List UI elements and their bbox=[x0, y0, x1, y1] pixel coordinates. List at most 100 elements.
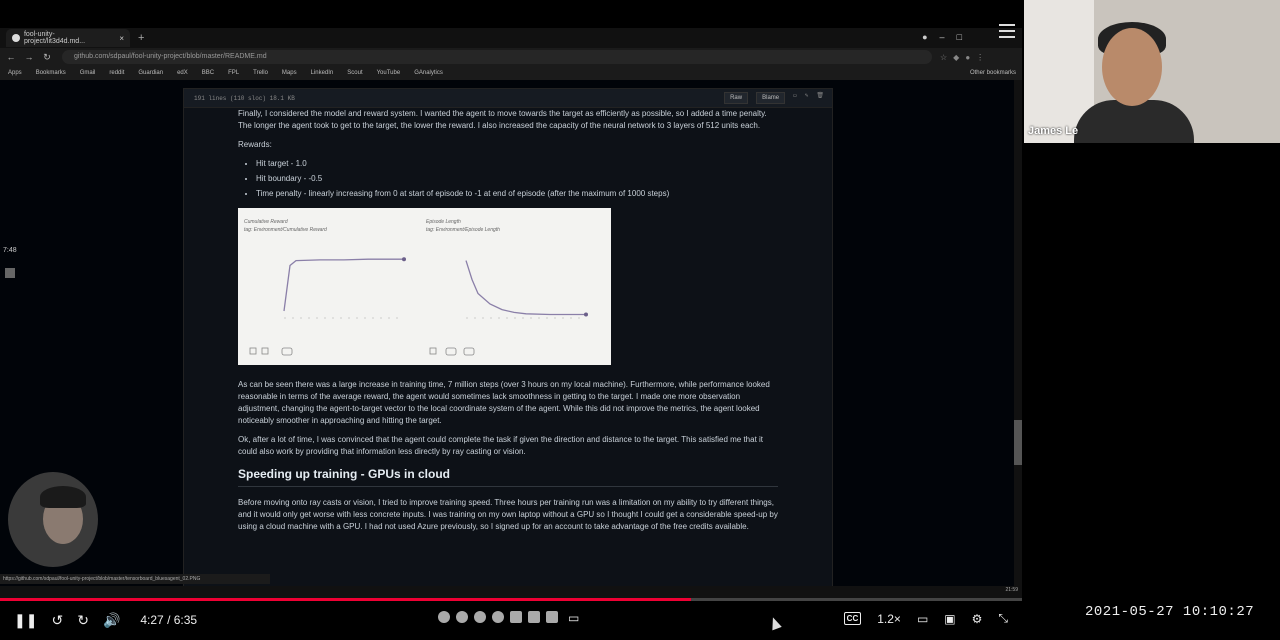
bookmarks-bar: Apps Bookmarks Gmail reddit Guardian edX… bbox=[0, 66, 1022, 80]
address-bar: ← → ↻ github.com/sdpaul/fool-unity-proje… bbox=[0, 48, 1022, 66]
hamburger-menu-icon[interactable] bbox=[996, 20, 1018, 42]
reaction-emoji-icon[interactable] bbox=[474, 611, 486, 623]
video-progress-bar[interactable] bbox=[0, 598, 1022, 601]
settings-icon[interactable]: ⚙ bbox=[972, 612, 983, 626]
player-settings: CC 1.2× ▭ ▣ ⚙ ⤡ bbox=[843, 611, 1008, 626]
speed-button[interactable]: 1.2× bbox=[877, 612, 901, 626]
section-heading: Speeding up training - GPUs in cloud bbox=[238, 468, 778, 487]
bookmark-item[interactable]: YouTube bbox=[377, 70, 401, 76]
file-info: 191 lines (110 sloc) 18.1 KB bbox=[194, 94, 295, 102]
other-bookmarks[interactable]: Other bookmarks bbox=[970, 70, 1016, 76]
reload-icon[interactable]: ↻ bbox=[40, 52, 54, 63]
charts-svg bbox=[249, 257, 588, 356]
list-item: Time penalty - linearly increasing from … bbox=[256, 188, 778, 200]
profile-icon[interactable]: ● bbox=[965, 53, 970, 62]
volume-icon[interactable]: 🔊 bbox=[103, 612, 120, 629]
scrollbar-thumb[interactable] bbox=[1014, 420, 1022, 465]
paragraph: Ok, after a lot of time, I was convinced… bbox=[238, 435, 764, 456]
bookmark-item[interactable]: BBC bbox=[202, 70, 214, 76]
browser-tab-bar: fool-unity-project/lit3d4d.md... × + ● –… bbox=[0, 28, 1022, 48]
forward-icon[interactable]: ↻ bbox=[77, 612, 89, 629]
bookmark-item[interactable]: Apps bbox=[8, 70, 22, 76]
page-scrollbar[interactable] bbox=[1014, 80, 1022, 598]
end-point bbox=[584, 312, 588, 317]
status-url: https://github.com/sdpaul/fool-unity-pro… bbox=[0, 574, 270, 584]
shared-screen: fool-unity-project/lit3d4d.md... × + ● –… bbox=[0, 28, 1022, 598]
maximize-icon[interactable]: □ bbox=[957, 32, 962, 42]
url-field[interactable]: github.com/sdpaul/fool-unity-project/blo… bbox=[62, 50, 932, 64]
bookmark-item[interactable]: GAnalytics bbox=[414, 70, 443, 76]
series-line bbox=[283, 258, 404, 312]
end-point bbox=[402, 257, 406, 262]
forward-icon[interactable]: → bbox=[22, 52, 36, 62]
bookmark-item[interactable]: edX bbox=[177, 70, 188, 76]
bookmark-item[interactable]: Bookmarks bbox=[36, 70, 66, 76]
record-icon[interactable]: ● bbox=[922, 32, 927, 42]
bookmark-item[interactable]: Maps bbox=[282, 70, 297, 76]
browser-tab[interactable]: fool-unity-project/lit3d4d.md... × bbox=[6, 29, 130, 47]
paragraph: Before moving onto ray casts or vision, … bbox=[238, 498, 778, 531]
list-item: Hit target - 1.0 bbox=[256, 158, 778, 170]
tensorboard-image[interactable]: Cumulative Reward tag: Environment/Cumul… bbox=[238, 208, 611, 365]
raw-button[interactable]: Raw bbox=[724, 92, 749, 104]
bookmark-item[interactable]: FPL bbox=[228, 70, 239, 76]
progress-fill bbox=[0, 598, 691, 601]
stop-icon[interactable] bbox=[5, 268, 15, 278]
participant-face bbox=[1102, 28, 1162, 106]
extensions: ☆ ◆ ● ⋮ bbox=[940, 53, 984, 62]
github-icon bbox=[12, 34, 20, 42]
close-tab-icon[interactable]: × bbox=[119, 34, 124, 43]
participant-name: James Le bbox=[1028, 125, 1079, 137]
minimize-icon[interactable]: – bbox=[940, 32, 945, 42]
menu-dots-icon[interactable]: ⋮ bbox=[976, 53, 984, 62]
chart-toolbar-right bbox=[429, 347, 475, 356]
reaction-emoji-icon[interactable] bbox=[456, 611, 468, 623]
reaction-bar: ▭ bbox=[438, 611, 579, 625]
bookmark-item[interactable]: Scout bbox=[347, 70, 362, 76]
rewind-icon[interactable]: ↺ bbox=[51, 612, 63, 629]
bookmark-item[interactable]: Gmail bbox=[80, 70, 96, 76]
miniplayer-icon[interactable]: ▣ bbox=[944, 612, 955, 626]
participant-body bbox=[1074, 100, 1194, 143]
list-item: Hit boundary - -0.5 bbox=[256, 173, 778, 185]
chart-toolbar-left bbox=[249, 347, 293, 356]
self-hair bbox=[40, 486, 86, 508]
readme-content: Finally, I considered the model and rewa… bbox=[238, 108, 778, 540]
file-header: 191 lines (110 sloc) 18.1 KB Raw Blame ▭… bbox=[183, 88, 833, 108]
reaction-emoji-icon[interactable] bbox=[438, 611, 450, 623]
recording-datetime: 2021-05-27 10:10:27 bbox=[1085, 604, 1255, 620]
time-display: 4:27 / 6:35 bbox=[140, 613, 198, 627]
exit-fullscreen-icon[interactable]: ⤡ bbox=[998, 611, 1008, 626]
blame-button[interactable]: Blame bbox=[756, 92, 786, 104]
pause-icon[interactable]: ❚❚ bbox=[14, 612, 37, 629]
reaction-emoji-icon[interactable] bbox=[492, 611, 504, 623]
paragraph: Finally, I considered the model and rewa… bbox=[238, 109, 767, 130]
desktop-icon[interactable]: ▭ bbox=[793, 92, 797, 104]
thumbs-up-icon[interactable] bbox=[528, 611, 540, 623]
rewards-list: Hit target - 1.0 Hit boundary - -0.5 Tim… bbox=[256, 158, 778, 200]
bookmark-item[interactable]: reddit bbox=[109, 70, 124, 76]
side-timestamp: 7:48 bbox=[3, 247, 17, 254]
window-controls: ● – □ bbox=[922, 32, 962, 42]
reaction-emoji-icon[interactable] bbox=[510, 611, 522, 623]
new-tab-icon[interactable]: + bbox=[138, 32, 144, 44]
os-taskbar: 21:59 bbox=[0, 586, 1022, 598]
delete-icon[interactable]: 🗑 bbox=[816, 92, 824, 104]
self-video bbox=[8, 472, 98, 567]
player-controls: ❚❚ ↺ ↻ 🔊 4:27 / 6:35 ▭ CC 1.2× ▭ ▣ ⚙ ⤡ bbox=[0, 603, 1022, 637]
paragraph: As can be seen there was a large increas… bbox=[238, 380, 770, 425]
theater-mode-icon[interactable]: ▭ bbox=[917, 612, 928, 626]
tab-title: fool-unity-project/lit3d4d.md... bbox=[23, 31, 86, 45]
comment-icon[interactable]: ▭ bbox=[568, 611, 579, 625]
edit-icon[interactable]: ✎ bbox=[805, 92, 809, 104]
extension-icon[interactable]: ◆ bbox=[953, 53, 959, 62]
star-icon[interactable]: ☆ bbox=[940, 53, 947, 62]
bookmark-item[interactable]: LinkedIn bbox=[311, 70, 334, 76]
bookmark-item[interactable]: Guardian bbox=[138, 70, 163, 76]
bookmark-item[interactable]: Trello bbox=[253, 70, 268, 76]
thumbs-down-icon[interactable] bbox=[546, 611, 558, 623]
taskbar-clock: 21:59 bbox=[1005, 587, 1018, 593]
captions-button[interactable]: CC bbox=[843, 612, 862, 625]
back-icon[interactable]: ← bbox=[4, 52, 18, 62]
remote-participant-video: James Le bbox=[1024, 0, 1280, 143]
